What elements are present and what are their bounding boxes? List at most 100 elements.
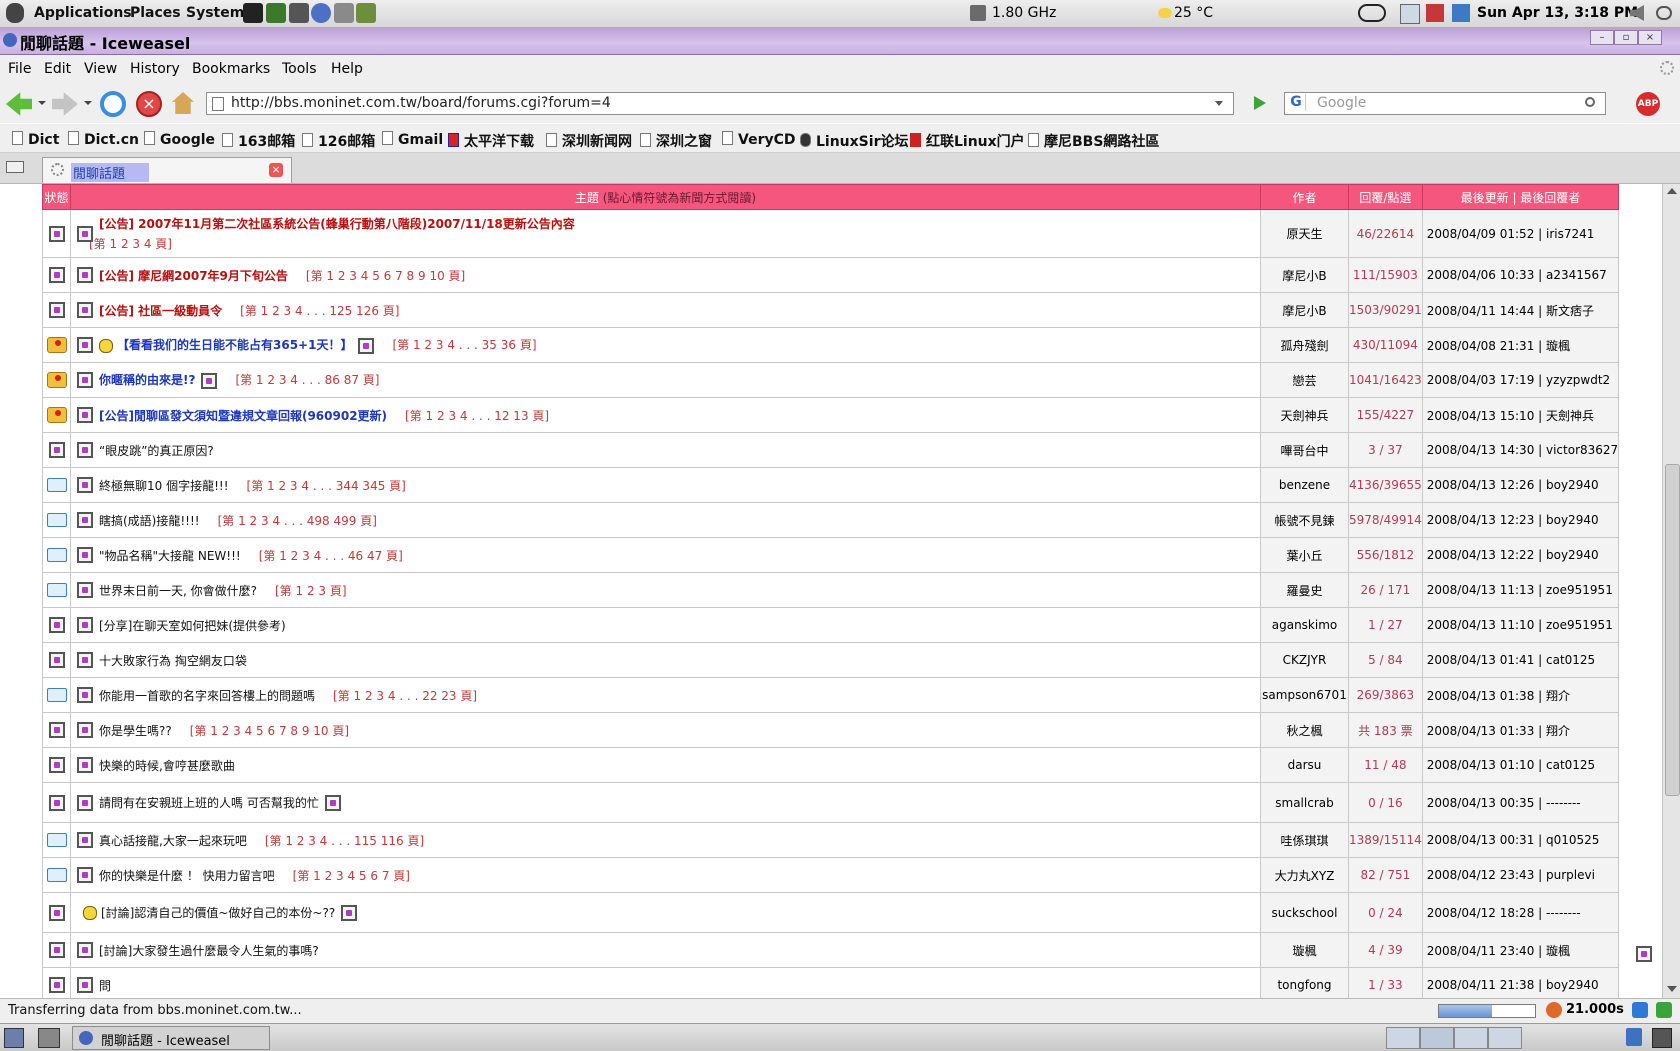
- topic-title-link[interactable]: [公告]閒聊區發文須知暨違規文章回報(960902更新): [99, 409, 387, 423]
- gnome-foot-icon[interactable]: [6, 3, 24, 23]
- table-row[interactable]: 真心話接龍,大家一起來玩吧 [第 1 2 3 4 . . . 115 116 頁]…: [42, 822, 1620, 858]
- tab-active[interactable]: 閒聊話題 ×: [42, 157, 292, 183]
- author-cell[interactable]: 摩尼小B: [1260, 292, 1349, 328]
- table-row[interactable]: [公告] 摩尼網2007年9月下旬公告 [第 1 2 3 4 5 6 7 8 9 …: [42, 257, 1620, 293]
- topic-icon[interactable]: [77, 977, 93, 993]
- topic-title-link[interactable]: 你能用一首歌的名字來回答樓上的問題嗎: [99, 689, 315, 703]
- author-cell[interactable]: 帳號不見鍊: [1260, 502, 1349, 538]
- author-cell[interactable]: darsu: [1260, 747, 1349, 783]
- terminal-launcher-icon[interactable]: [243, 3, 263, 23]
- topic-title-link[interactable]: [公告] 社區一級動員令: [99, 304, 222, 318]
- last-update-cell[interactable]: 2008/04/13 01:10 | cat0125: [1421, 747, 1620, 783]
- last-update-cell[interactable]: 2008/04/13 00:35 | --------: [1421, 782, 1620, 823]
- places-menu[interactable]: Places: [130, 5, 181, 21]
- bookmark-163[interactable]: 163邮箱: [222, 131, 295, 151]
- topic-title-link[interactable]: 【看看我们的生日能不能占有365+1天！】: [117, 338, 352, 352]
- topic-title-link[interactable]: 瞎搞(成語)接龍!!!!: [99, 514, 200, 528]
- topic-icon[interactable]: [77, 722, 93, 738]
- attachment-icon[interactable]: [324, 795, 341, 812]
- page-links[interactable]: [第 1 2 3 4 5 6 7 8 9 10 頁]: [190, 724, 349, 738]
- table-row[interactable]: 【看看我们的生日能不能占有365+1天！】 [第 1 2 3 4 . . . 35…: [42, 327, 1620, 363]
- topic-icon[interactable]: [77, 372, 93, 388]
- show-desktop-icon[interactable]: [4, 1028, 24, 1048]
- author-cell[interactable]: 摩尼小B: [1260, 257, 1349, 293]
- menu-file[interactable]: File: [8, 61, 31, 77]
- author-cell[interactable]: 嗶哥台中: [1260, 432, 1349, 468]
- menu-view[interactable]: View: [84, 61, 117, 77]
- last-update-cell[interactable]: 2008/04/11 21:38 | boy2940: [1421, 967, 1620, 998]
- workspace-2[interactable]: [1420, 1027, 1454, 1049]
- page-links[interactable]: [第 1 2 3 4 . . . 125 126 頁]: [240, 304, 399, 318]
- last-update-cell[interactable]: 2008/04/12 23:43 | purplevi: [1421, 857, 1620, 893]
- last-update-cell[interactable]: 2008/04/03 17:19 | yzyzpwdt2: [1421, 362, 1620, 398]
- menu-edit[interactable]: Edit: [44, 61, 71, 77]
- topic-title-link[interactable]: 你的快樂是什麼 ！ 快用力留言吧: [99, 869, 275, 883]
- topic-title-link[interactable]: 你是學生嗎??: [99, 724, 172, 738]
- page-links[interactable]: [第 1 2 3 4 5 6 7 8 9 10 頁]: [306, 269, 465, 283]
- page-links[interactable]: [第 1 2 3 4 . . . 86 87 頁]: [235, 373, 379, 387]
- attachment-icon[interactable]: [341, 905, 358, 922]
- clock[interactable]: Sun Apr 13, 3:18 PM: [1477, 5, 1638, 21]
- fasterfox-icon[interactable]: [1546, 1002, 1562, 1018]
- bookmark-gmail[interactable]: Gmail: [382, 131, 443, 148]
- notification-icon[interactable]: [1426, 4, 1444, 22]
- author-cell[interactable]: benzene: [1260, 467, 1349, 503]
- topic-icon[interactable]: [77, 225, 93, 242]
- table-row[interactable]: 世界末日前一天, 你會做什麼? [第 1 2 3 頁] 羅曼史 26 / 171 200…: [42, 572, 1620, 608]
- scroll-thumb[interactable]: [1665, 464, 1680, 796]
- go-button[interactable]: [1254, 96, 1266, 110]
- back-button[interactable]: [6, 92, 32, 116]
- topic-icon[interactable]: [77, 337, 93, 353]
- topic-title-link[interactable]: 真心話接龍,大家一起來玩吧: [99, 834, 247, 848]
- workspace-1[interactable]: [1386, 1027, 1420, 1049]
- author-cell[interactable]: smallcrab: [1260, 782, 1349, 823]
- search-bar[interactable]: G Google: [1284, 92, 1606, 115]
- table-row[interactable]: 你暱稱的由來是!? [第 1 2 3 4 . . . 86 87 頁] 戀芸 1041…: [42, 362, 1620, 398]
- bookmark-linuxsir[interactable]: LinuxSir论坛: [800, 131, 908, 151]
- last-update-cell[interactable]: 2008/04/08 21:31 | 璇楓: [1421, 327, 1620, 363]
- author-cell[interactable]: 大力丸XYZ: [1260, 857, 1349, 893]
- url-bar[interactable]: http://bbs.moninet.com.tw/board/forums.c…: [206, 92, 1234, 115]
- author-cell[interactable]: 孤舟殘劍: [1260, 327, 1349, 363]
- topic-icon[interactable]: [77, 442, 93, 458]
- url-dropdown-icon[interactable]: [1215, 101, 1223, 106]
- taskbar-window-button[interactable]: 閒聊話題 - Iceweasel: [72, 1026, 270, 1050]
- scroll-down-icon[interactable]: [1667, 986, 1677, 992]
- attachment-icon[interactable]: [358, 337, 375, 354]
- system-monitor-launcher-icon[interactable]: [266, 3, 286, 23]
- reload-button[interactable]: [100, 91, 126, 117]
- last-update-cell[interactable]: 2008/04/11 14:44 | 斯文痞子: [1421, 292, 1620, 328]
- menu-tools[interactable]: Tools: [282, 61, 317, 77]
- bookmark-dict-cn[interactable]: Dict.cn: [68, 131, 139, 148]
- last-update-cell[interactable]: 2008/04/13 01:33 | 翔介: [1421, 712, 1620, 748]
- workspace-4[interactable]: [1488, 1027, 1522, 1049]
- workspace-icon[interactable]: [38, 1028, 60, 1048]
- topic-icon[interactable]: [77, 687, 93, 703]
- table-row[interactable]: [公告] 2007年11月第二次社區系統公告(蜂巢行動第八階段)2007/11/…: [42, 209, 1620, 258]
- dictionary-launcher-icon[interactable]: [356, 3, 376, 23]
- minimize-button[interactable]: –: [1590, 30, 1614, 45]
- bookmark-szwindow[interactable]: 深圳之窗: [640, 131, 712, 151]
- vertical-scrollbar[interactable]: [1662, 184, 1680, 998]
- network-icon[interactable]: [1400, 4, 1420, 24]
- topic-title-link[interactable]: 終極無聊10 個字接龍!!!: [99, 479, 229, 493]
- author-cell[interactable]: 天劍神兵: [1260, 397, 1349, 433]
- last-update-cell[interactable]: 2008/04/13 15:10 | 天劍神兵: [1421, 397, 1620, 433]
- page-links[interactable]: [第 1 2 3 4 . . . 115 116 頁]: [265, 834, 424, 848]
- author-cell[interactable]: 秋之楓: [1260, 712, 1349, 748]
- close-window-button[interactable]: ×: [1638, 30, 1662, 45]
- last-update-cell[interactable]: 2008/04/13 01:38 | 翔介: [1421, 677, 1620, 713]
- workspace-3[interactable]: [1454, 1027, 1488, 1049]
- tray-window-icon[interactable]: [1652, 1028, 1672, 1048]
- page-links[interactable]: [第 1 2 3 4 . . . 344 345 頁]: [247, 479, 406, 493]
- author-cell[interactable]: suckschool: [1260, 892, 1349, 933]
- author-cell[interactable]: aganskimo: [1260, 607, 1349, 643]
- page-links[interactable]: [第 1 2 3 4 . . . 12 13 頁]: [405, 409, 549, 423]
- author-cell[interactable]: 葉小丘: [1260, 537, 1349, 573]
- page-links[interactable]: [第 1 2 3 4 . . . 22 23 頁]: [333, 689, 477, 703]
- forward-button[interactable]: [52, 92, 78, 116]
- bookmark-126[interactable]: 126邮箱: [302, 131, 375, 151]
- table-row[interactable]: [討論]大家發生過什麼最令人生氣的事嗎? 璇楓 4 / 39 2008/04/11 2…: [42, 932, 1620, 968]
- bookmark-dict[interactable]: Dict: [12, 131, 59, 148]
- bookmark-verycd[interactable]: VeryCD: [722, 131, 796, 148]
